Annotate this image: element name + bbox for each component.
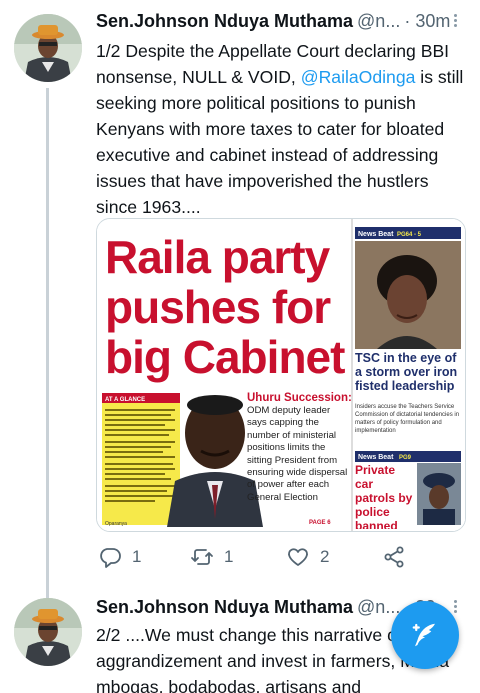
- more-options-icon[interactable]: [446, 12, 464, 34]
- headline-line-2: pushes for: [105, 281, 331, 333]
- thread-line: [46, 88, 49, 600]
- avatar[interactable]: [14, 598, 82, 666]
- newspaper-front-page: Raila party pushes for big Cabinet News …: [97, 219, 465, 531]
- mention-link[interactable]: @RailaOdinga: [301, 67, 416, 87]
- photo-credit: Oparanya: [105, 521, 127, 527]
- tweet-header: Sen.Johnson Nduya Muthama @n... · 30m: [96, 11, 466, 32]
- reply-icon: [100, 548, 121, 568]
- succession-body: ODM deputy leader says capping the numbe…: [247, 405, 348, 503]
- headline-line-1: Raila party: [105, 231, 331, 283]
- side-body: Insiders accuse the Teachers Service Com…: [355, 404, 460, 434]
- bottom-headline: Private car patrols by police banned: [355, 463, 413, 529]
- handle[interactable]: @n...: [357, 11, 400, 32]
- timestamp[interactable]: · 30m: [404, 11, 450, 32]
- retweet-button[interactable]: 1: [190, 545, 233, 569]
- nav-bottom-page: PG9: [399, 455, 412, 461]
- nav-news-beat: News Beat: [358, 231, 394, 238]
- avatar[interactable]: [14, 14, 82, 82]
- tweet-text-part: is still seeking more political position…: [96, 67, 464, 217]
- nav-bottom: News Beat: [358, 454, 394, 461]
- share-icon: [384, 546, 404, 568]
- like-button[interactable]: 2: [286, 545, 329, 569]
- share-button[interactable]: [382, 545, 406, 569]
- like-count: 2: [320, 547, 330, 566]
- retweet-icon: [191, 549, 213, 565]
- display-name[interactable]: Sen.Johnson Nduya Muthama: [96, 11, 353, 32]
- heart-icon: [288, 548, 308, 566]
- side-headline: TSC in the eye of a storm over iron fist…: [355, 351, 458, 393]
- tweet-image[interactable]: Raila party pushes for big Cabinet News …: [96, 218, 466, 532]
- page-ref: PAGE 6: [309, 520, 331, 526]
- nav-pages: PG64 - 5: [397, 232, 422, 238]
- handle[interactable]: @n...: [357, 597, 400, 618]
- tweet-actions: 1 1 2: [96, 545, 416, 573]
- compose-feather-icon: [412, 623, 435, 647]
- reply-count: 1: [132, 547, 142, 566]
- glance-title: AT A GLANCE: [105, 397, 145, 403]
- tweet-text: 1/2 Despite the Appellate Court declarin…: [96, 38, 466, 220]
- retweet-count: 1: [224, 547, 234, 566]
- headline-line-3: big Cabinet: [105, 331, 345, 383]
- compose-tweet-button[interactable]: [391, 601, 459, 669]
- succession-title: Uhuru Succession:: [247, 392, 352, 404]
- reply-button[interactable]: 1: [98, 545, 141, 569]
- tweet[interactable]: Sen.Johnson Nduya Muthama @n... · 30m 1/…: [0, 0, 480, 600]
- avatar-photo: [14, 598, 82, 666]
- avatar-photo: [14, 14, 82, 82]
- display-name[interactable]: Sen.Johnson Nduya Muthama: [96, 597, 353, 618]
